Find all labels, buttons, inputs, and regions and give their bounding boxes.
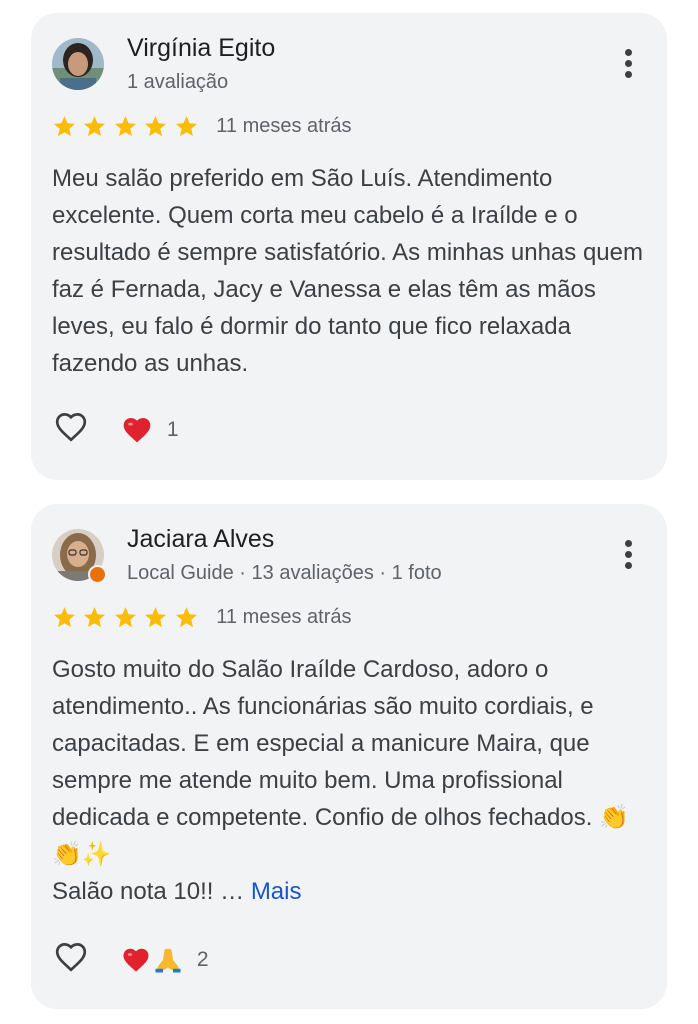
star-icon: [145, 607, 167, 628]
reaction-count: 1: [166, 417, 179, 441]
star-icon: [54, 116, 75, 137]
review-actions: 1: [52, 409, 179, 449]
reviewer-name[interactable]: Virgínia Egito: [127, 34, 275, 63]
review-text-paragraph: Gosto muito do Salão Iraílde Cardoso, ad…: [52, 656, 629, 868]
review-text: Gosto muito do Salão Iraílde Cardoso, ad…: [52, 651, 652, 910]
heart-outline-icon[interactable]: [52, 939, 90, 980]
review-date: 11 meses atrás: [216, 606, 352, 628]
more-vert-icon[interactable]: [623, 540, 633, 572]
review-text-ending: Salão nota 10!! … Mais: [52, 873, 652, 910]
star-icon: [175, 116, 197, 137]
review-card: Jaciara Alves Local Guide · 13 avaliaçõe…: [31, 504, 667, 1009]
red-heart-icon: [123, 948, 149, 972]
reactions[interactable]: 2: [120, 945, 209, 975]
star-icon: [114, 607, 136, 628]
more-vert-icon[interactable]: [623, 49, 633, 81]
star-rating: [52, 114, 200, 139]
review-text-paragraph: Meu salão preferido em São Luís. Atendim…: [52, 165, 643, 377]
star-icon: [175, 607, 197, 628]
reaction-count: 2: [196, 947, 209, 971]
review-actions: 2: [52, 939, 209, 979]
rating-row: 11 meses atrás: [52, 605, 352, 631]
local-guide-badge-icon: [88, 565, 107, 584]
folded-hands-icon: [155, 948, 181, 972]
star-icon: [84, 607, 106, 628]
heart-outline-icon[interactable]: [52, 409, 90, 450]
red-heart-icon: [124, 417, 151, 442]
star-rating: [52, 605, 200, 630]
rating-row: 11 meses atrás: [52, 114, 352, 140]
avatar[interactable]: [52, 38, 104, 90]
star-icon: [145, 116, 167, 137]
star-icon: [84, 116, 106, 137]
star-icon: [54, 607, 75, 628]
star-icon: [114, 116, 136, 137]
reactions[interactable]: 1: [120, 414, 179, 446]
reviewer-meta: 1 avaliação: [127, 71, 229, 93]
reviewer-meta: Local Guide · 13 avaliações · 1 foto: [127, 562, 442, 584]
review-card: Virgínia Egito 1 avaliação 11 meses atrá…: [31, 13, 667, 480]
reviewer-name[interactable]: Jaciara Alves: [127, 525, 274, 554]
avatar[interactable]: [52, 529, 107, 584]
review-text-last-line: Salão nota 10!! …: [52, 878, 245, 905]
review-text: Meu salão preferido em São Luís. Atendim…: [52, 160, 652, 382]
more-link[interactable]: Mais: [251, 878, 302, 905]
review-date: 11 meses atrás: [216, 115, 352, 137]
